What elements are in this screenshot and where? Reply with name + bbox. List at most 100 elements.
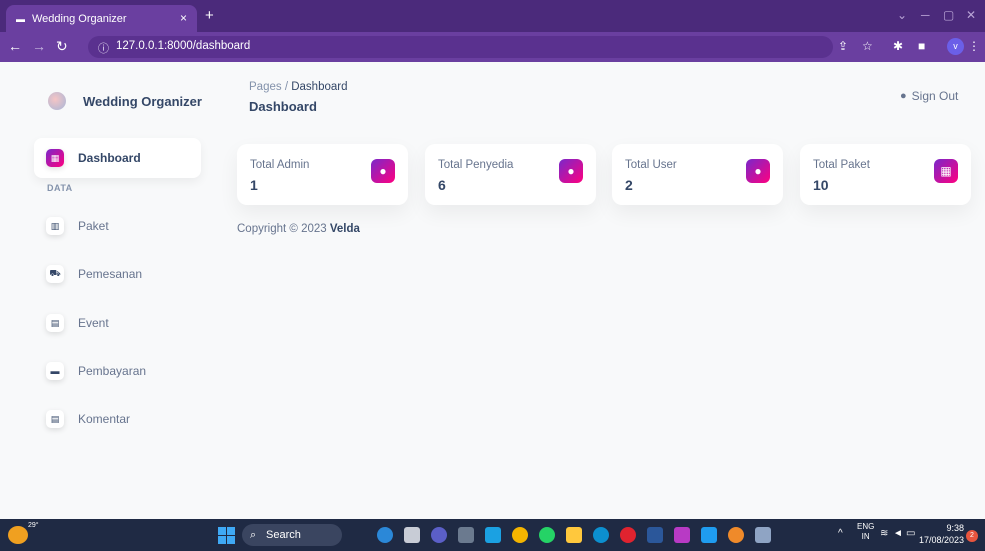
volume-icon[interactable]: ◄ <box>893 528 903 539</box>
file-explorer-icon[interactable] <box>566 527 582 543</box>
l-app-icon[interactable] <box>485 527 501 543</box>
vscode-app-icon[interactable] <box>701 527 717 543</box>
brand-logo <box>48 92 66 110</box>
cart-icon: ⛟ <box>46 265 64 283</box>
tab-favicon-icon: ▬ <box>16 13 25 24</box>
browser-tab[interactable]: ▬ Wedding Organizer × <box>6 5 197 32</box>
stat-card-admin: Total Admin 1 ● <box>237 144 408 205</box>
copyright-text: Copyright © 2023 <box>237 223 327 235</box>
sidebar-item-paket[interactable]: ▥ Paket <box>46 217 109 235</box>
user-icon: ● <box>900 90 907 102</box>
site-info-icon[interactable]: ⓘ <box>98 40 109 56</box>
sign-out-link[interactable]: ● Sign Out <box>900 89 958 103</box>
extensions-icon[interactable]: ✱ <box>893 39 903 53</box>
sidebar-item-dashboard-content[interactable]: ▦ Dashboard <box>46 149 141 167</box>
tab-search-icon[interactable]: ⌄ <box>897 8 907 22</box>
app-icon[interactable] <box>755 527 771 543</box>
breadcrumb-current: Dashboard <box>291 81 348 93</box>
tab-close-icon[interactable]: × <box>180 11 187 25</box>
xampp-app-icon[interactable] <box>674 527 690 543</box>
stat-value: 1 <box>250 177 258 193</box>
wifi-icon[interactable]: ≋ <box>880 528 888 539</box>
edge-app-icon[interactable] <box>593 527 609 543</box>
language-indicator[interactable]: ENG IN <box>857 522 874 542</box>
url-text: 127.0.0.1:8000/dashboard <box>116 40 251 52</box>
widgets-app-icon[interactable] <box>458 527 474 543</box>
sidebar-item-label: Paket <box>78 219 109 233</box>
taskbar-search[interactable]: ⌕ Search <box>242 524 342 546</box>
page-title: Dashboard <box>249 99 317 114</box>
chrome-app-icon[interactable] <box>512 527 528 543</box>
stat-value: 6 <box>438 177 446 193</box>
minimize-icon[interactable]: ─ <box>921 8 930 22</box>
back-icon[interactable]: ← <box>8 38 22 54</box>
user-icon: ● <box>746 159 770 183</box>
whatsapp-app-icon[interactable] <box>539 527 555 543</box>
language: ENG <box>857 522 875 531</box>
sidebar-section-label: DATA <box>47 183 73 193</box>
sidebar-item-label: Dashboard <box>78 151 141 165</box>
stat-card-paket: Total Paket 10 ▦ <box>800 144 971 205</box>
side-panel-icon[interactable]: ■ <box>918 39 925 53</box>
clock[interactable]: 9:38 17/08/2023 <box>919 522 964 546</box>
task-view-icon[interactable] <box>404 527 420 543</box>
close-window-icon[interactable]: ✕ <box>966 8 976 22</box>
sidebar-item-komentar[interactable]: ▤ Komentar <box>46 410 130 428</box>
search-label: Search <box>266 529 301 541</box>
stat-label: Total Penyedia <box>438 159 514 171</box>
sidebar-item-label: Pembayaran <box>78 364 147 378</box>
stat-label: Total Paket <box>813 159 870 171</box>
tab-title: Wedding Organizer <box>32 12 127 25</box>
windows-taskbar: 29° ⌕ Search ^ ENG IN ≋ ◄ ▭ 9:38 17/08/2… <box>0 519 985 551</box>
url-field[interactable]: ⓘ 127.0.0.1:8000/dashboard <box>88 36 833 58</box>
sidebar-item-label: Pemesanan <box>78 267 143 281</box>
user-icon: ● <box>371 159 395 183</box>
notification-badge[interactable]: 2 <box>966 530 978 542</box>
word-app-icon[interactable] <box>647 527 663 543</box>
building-icon: ▦ <box>934 159 958 183</box>
brand-name: Wedding Organizer <box>83 93 202 109</box>
dashboard-page: Wedding Organizer ▦ Dashboard DATA ▥ Pak… <box>0 62 985 519</box>
weather-icon[interactable] <box>8 526 28 544</box>
sidebar-item-label: Komentar <box>78 412 131 426</box>
meet-app-icon[interactable] <box>431 527 447 543</box>
sidebar-item-event[interactable]: ▤ Event <box>46 314 109 332</box>
footer-copyright: Copyright © 2023 Velda <box>237 223 360 235</box>
weather-temp: 29° <box>28 522 39 529</box>
stat-label: Total User <box>625 159 677 171</box>
search-icon: ⌕ <box>250 529 257 541</box>
calendar-icon: ▤ <box>46 314 64 332</box>
opera-app-icon[interactable] <box>620 527 636 543</box>
sign-out-label: Sign Out <box>911 89 959 103</box>
profile-avatar[interactable]: v <box>947 38 964 55</box>
shop-icon: ▥ <box>46 217 64 235</box>
breadcrumb-root[interactable]: Pages <box>249 81 282 93</box>
reload-icon[interactable]: ↻ <box>56 38 68 55</box>
share-icon[interactable]: ⇪ <box>838 39 848 53</box>
new-tab-button[interactable]: + <box>205 7 214 24</box>
copyright-author[interactable]: Velda <box>330 223 360 235</box>
start-button[interactable] <box>218 527 235 544</box>
browser-titlebar: ▬ Wedding Organizer × + ⌄ ─ ▢ ✕ <box>0 0 985 32</box>
region: IN <box>861 532 870 541</box>
clock-date: 17/08/2023 <box>919 535 965 545</box>
stat-card-user: Total User 2 ● <box>612 144 783 205</box>
battery-icon[interactable]: ▭ <box>906 528 915 539</box>
stat-value: 10 <box>813 177 829 193</box>
sidebar-item-label: Event <box>78 316 109 330</box>
sidebar-item-pemesanan[interactable]: ⛟ Pemesanan <box>46 265 142 283</box>
user-icon: ● <box>559 159 583 183</box>
breadcrumb-separator: / <box>284 81 289 93</box>
menu-icon[interactable]: ⋮ <box>968 39 980 53</box>
photos-app-icon[interactable] <box>728 527 744 543</box>
restore-icon[interactable]: ▢ <box>943 8 954 22</box>
forward-icon[interactable]: → <box>32 38 46 54</box>
chevron-up-icon[interactable]: ^ <box>838 528 843 539</box>
stat-value: 2 <box>625 177 633 193</box>
stat-card-penyedia: Total Penyedia 6 ● <box>425 144 596 205</box>
address-bar-row: ← → ↻ ⓘ 127.0.0.1:8000/dashboard ⇪ ☆ ✱ ■… <box>0 32 985 62</box>
bookmark-star-icon[interactable]: ☆ <box>862 39 873 53</box>
copilot-app-icon[interactable] <box>377 527 393 543</box>
sidebar-item-pembayaran[interactable]: ▬ Pembayaran <box>46 362 146 380</box>
brand[interactable]: Wedding Organizer <box>48 92 202 110</box>
